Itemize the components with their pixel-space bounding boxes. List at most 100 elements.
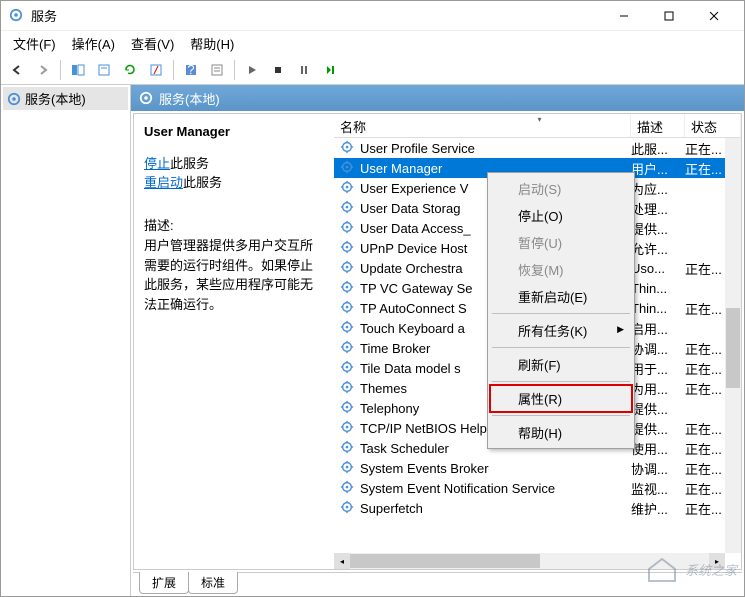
scroll-right-button[interactable]: ▸ (709, 553, 725, 569)
context-menu-item[interactable]: 重新启动(E) (490, 283, 632, 310)
description-label: 描述: (144, 215, 324, 234)
service-desc-cell: 使用... (631, 439, 685, 458)
service-row[interactable]: System Events Broker协调...正在... (334, 458, 741, 478)
back-button[interactable] (5, 58, 29, 82)
toolbar-separator (173, 60, 174, 80)
pane-header: 服务(本地) (131, 85, 744, 111)
gear-icon (340, 360, 356, 376)
service-desc-cell: 用于... (631, 359, 685, 378)
list-header: 名称 ▾ 描述 状态 (334, 114, 741, 138)
close-button[interactable] (691, 1, 736, 31)
context-menu-item[interactable]: 刷新(F) (490, 351, 632, 378)
detail-panel: User Manager 停止此服务 重启动此服务 描述: 用户管理器提供多用户… (134, 114, 334, 569)
stop-suffix: 此服务 (170, 156, 209, 171)
menu-separator (492, 347, 630, 348)
forward-button[interactable] (31, 58, 55, 82)
gear-icon (340, 140, 356, 156)
stop-link[interactable]: 停止 (144, 156, 170, 171)
start-service-button[interactable] (240, 58, 264, 82)
toolbar: ? (1, 55, 744, 85)
service-name-cell: System Events Broker (360, 461, 631, 476)
gear-icon (340, 440, 356, 456)
context-menu-item: 启动(S) (490, 175, 632, 202)
service-desc-cell: 为用... (631, 379, 685, 398)
tree-node-label: 服务(本地) (25, 89, 86, 108)
gear-icon (139, 91, 153, 105)
gear-icon (340, 260, 356, 276)
restart-service-button[interactable] (318, 58, 342, 82)
menu-separator (492, 313, 630, 314)
maximize-button[interactable] (646, 1, 691, 31)
gear-icon (340, 320, 356, 336)
gear-icon (340, 460, 356, 476)
service-desc-cell: 处理... (631, 199, 685, 218)
vertical-scrollbar[interactable] (725, 138, 741, 553)
gear-icon (340, 220, 356, 236)
context-menu-item: 暂停(U) (490, 229, 632, 256)
service-desc-cell: 协调... (631, 339, 685, 358)
toolbar-separator (60, 60, 61, 80)
service-row[interactable]: System Event Notification Service监视...正在… (334, 478, 741, 498)
gear-icon (340, 340, 356, 356)
column-status[interactable]: 状态 (685, 114, 741, 137)
service-row[interactable]: Superfetch维护...正在... (334, 498, 741, 518)
service-row[interactable]: User Profile Service此服...正在... (334, 138, 741, 158)
export-list-button[interactable] (144, 58, 168, 82)
menu-help[interactable]: 帮助(H) (182, 32, 242, 55)
pause-service-button[interactable] (292, 58, 316, 82)
column-description[interactable]: 描述 (631, 114, 685, 137)
menubar: 文件(F) 操作(A) 查看(V) 帮助(H) (1, 31, 744, 55)
column-name[interactable]: 名称 (334, 114, 631, 137)
menu-file[interactable]: 文件(F) (5, 32, 64, 55)
sort-indicator-icon: ▾ (538, 115, 542, 124)
gear-icon (340, 240, 356, 256)
gear-icon (340, 480, 356, 496)
horizontal-scrollbar[interactable]: ◂ ▸ (334, 553, 725, 569)
titlebar: 服务 (1, 1, 744, 31)
context-menu: 启动(S)停止(O)暂停(U)恢复(M)重新启动(E) 所有任务(K) 刷新(F) 属… (487, 172, 635, 449)
help-button[interactable]: ? (179, 58, 203, 82)
tab-extended[interactable]: 扩展 (139, 572, 189, 594)
menu-action[interactable]: 操作(A) (64, 32, 123, 55)
gear-icon (340, 200, 356, 216)
service-name-cell: Superfetch (360, 501, 631, 516)
context-menu-item: 恢复(M) (490, 256, 632, 283)
gear-icon (340, 380, 356, 396)
service-desc-cell: 此服... (631, 139, 685, 158)
gear-icon (340, 420, 356, 436)
menu-separator (492, 381, 630, 382)
service-desc-cell: 提供... (631, 219, 685, 238)
service-desc-cell: Thin... (631, 301, 685, 316)
service-desc-cell: 允许... (631, 239, 685, 258)
service-desc-cell: Thin... (631, 281, 685, 296)
description-text: 用户管理器提供多用户交互所需要的运行时组件。如果停止此服务，某些应用程序可能无法… (144, 236, 324, 314)
gear-icon (340, 280, 356, 296)
context-menu-item[interactable]: 属性(R) (490, 385, 632, 412)
properties-button[interactable] (205, 58, 229, 82)
service-desc-cell: 协调... (631, 459, 685, 478)
service-desc-cell: 提供... (631, 419, 685, 438)
minimize-button[interactable] (601, 1, 646, 31)
tree-node-services-local[interactable]: 服务(本地) (3, 87, 128, 110)
stop-service-button[interactable] (266, 58, 290, 82)
gear-icon (340, 300, 356, 316)
service-desc-cell: 监视... (631, 479, 685, 498)
scrollbar-thumb[interactable] (350, 554, 540, 568)
export-button[interactable] (92, 58, 116, 82)
show-hide-tree-button[interactable] (66, 58, 90, 82)
window-title: 服务 (31, 6, 601, 25)
context-menu-item[interactable]: 停止(O) (490, 202, 632, 229)
refresh-button[interactable] (118, 58, 142, 82)
service-name-cell: User Profile Service (360, 141, 631, 156)
content-area: User Manager 停止此服务 重启动此服务 描述: 用户管理器提供多用户… (133, 113, 742, 570)
pane-header-label: 服务(本地) (159, 89, 220, 108)
scroll-left-button[interactable]: ◂ (334, 553, 350, 569)
context-menu-item[interactable]: 所有任务(K) (490, 317, 632, 344)
menu-view[interactable]: 查看(V) (123, 32, 182, 55)
menu-separator (492, 415, 630, 416)
selected-service-name: User Manager (144, 124, 324, 139)
tab-standard[interactable]: 标准 (188, 572, 238, 594)
restart-link[interactable]: 重启动 (144, 175, 183, 190)
context-menu-item[interactable]: 帮助(H) (490, 419, 632, 446)
scrollbar-thumb[interactable] (726, 308, 740, 388)
